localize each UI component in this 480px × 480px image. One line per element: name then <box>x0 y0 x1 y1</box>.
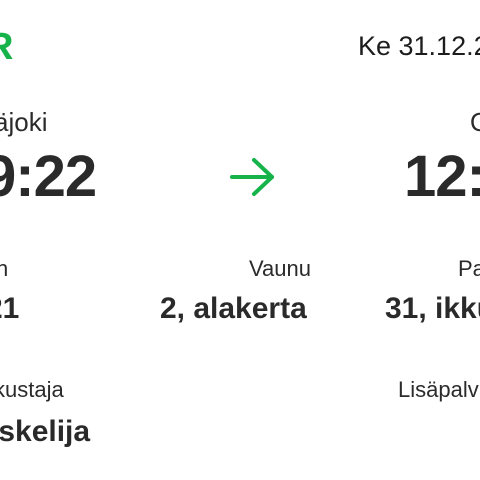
seat-value: 31, ikku <box>385 292 480 325</box>
car-label: Vaunu <box>249 256 311 281</box>
train-number: 21 <box>0 292 20 325</box>
train-label: n <box>0 256 9 281</box>
ticket-view: R Ke 31.12.2 äjoki O 9:22 12:1 n Vaunu P… <box>0 0 480 480</box>
travel-date: Ke 31.12.2 <box>358 31 480 61</box>
departure-station: äjoki <box>0 107 48 137</box>
car-value: 2, alakerta <box>160 292 307 325</box>
arrow-right-icon <box>230 158 274 196</box>
traveller-type-label: kustaja <box>0 377 64 402</box>
arrival-station: O <box>470 107 480 138</box>
arrival-time: 12:1 <box>404 144 480 209</box>
departure-time: 9:22 <box>0 144 97 209</box>
extra-services-label: Lisäpalv <box>398 377 479 402</box>
seat-label: Pa <box>458 256 480 281</box>
traveller-type-value: iskelija <box>0 415 91 448</box>
vr-logo: R <box>0 28 13 66</box>
